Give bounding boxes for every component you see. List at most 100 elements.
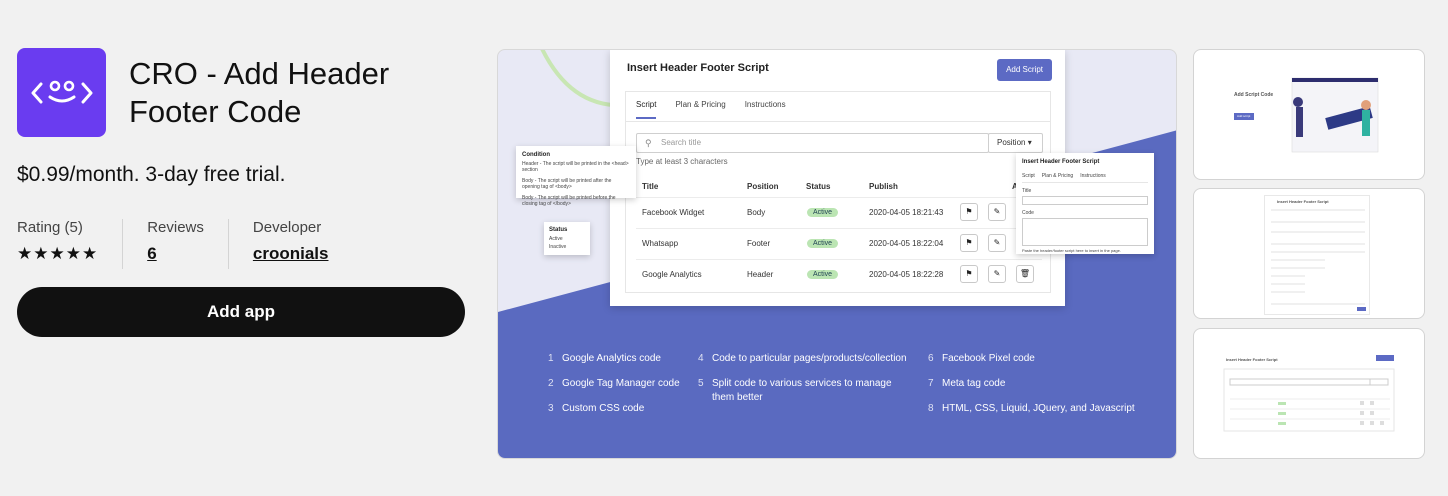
row-divider [636, 228, 1042, 229]
feature-item: 7 Meta tag code [928, 377, 1158, 391]
popup-title-field [1022, 196, 1148, 205]
thumb-heading: Add Script Code [1234, 92, 1274, 98]
feature-text: Facebook Pixel code [942, 353, 1035, 364]
app-title: CRO - Add Header Footer Code [129, 56, 390, 129]
admin-title: Insert Header Footer Script [627, 62, 769, 74]
popup-field-label: Title [1022, 188, 1032, 194]
delete-icon: 🗑 [1016, 265, 1034, 283]
feature-number: 5 [698, 378, 704, 389]
position-select-label: Position [997, 138, 1026, 147]
screenshot-thumbnail[interactable]: Add Script Code Add script [1193, 49, 1425, 180]
edit-icon: ✎ [988, 265, 1006, 283]
thumb-form: Insert Header Footer Script [1264, 195, 1370, 315]
column-publish: Publish [869, 182, 898, 191]
edit-icon: ✎ [988, 234, 1006, 252]
row-divider [636, 259, 1042, 260]
toggle-icon: ⚑ [960, 203, 978, 221]
status-badge: Active [807, 270, 839, 279]
thumb-title: Insert Header Footer Script [1226, 357, 1278, 362]
tab-plan-pricing: Plan & Pricing [675, 100, 726, 109]
feature-text: Code to particular pages/products/collec… [712, 353, 907, 364]
row-publish: 2020-04-05 18:22:04 [869, 239, 944, 248]
feature-text: Custom CSS code [562, 403, 645, 414]
feature-column: 1 Google Analytics code 2 Google Tag Manag… [548, 352, 688, 427]
thumb-table [1223, 355, 1395, 432]
main-screenshot[interactable]: Insert Header Footer Script Add Script S… [497, 49, 1177, 459]
status-badge: Active [807, 239, 839, 248]
status-option: Active [549, 236, 563, 242]
popup-tab: Instructions [1080, 173, 1106, 179]
thumb-form-lines [1271, 209, 1366, 311]
app-icon [17, 48, 106, 137]
feature-number: 2 [548, 378, 554, 389]
screenshot-thumbnail[interactable]: Insert Header Footer Script [1193, 188, 1425, 319]
reviews-count-link[interactable]: 6 [147, 244, 156, 263]
popup-tabs: Script Plan & Pricing Instructions [1022, 173, 1148, 183]
toggle-icon: ⚑ [960, 234, 978, 252]
feature-item: 6 Facebook Pixel code [928, 352, 1158, 366]
feature-item: 3 Custom CSS code [548, 402, 688, 416]
status-option: Inactive [549, 244, 567, 250]
condition-option: Header - The script will be printed in t… [522, 161, 629, 173]
app-stats: Rating (5) ★★★★★ Reviews 6 Developer cro… [17, 219, 376, 269]
row-title: Whatsapp [642, 239, 679, 248]
column-status: Status [806, 182, 831, 191]
row-title: Facebook Widget [642, 208, 705, 217]
screenshot-thumbnail[interactable]: Insert Header Footer Script [1193, 328, 1425, 459]
feature-column: 4 Code to particular pages/products/colle… [698, 352, 908, 416]
popup-title: Insert Header Footer Script [1022, 159, 1100, 165]
position-select: Position ▾ [988, 133, 1043, 153]
developer-stat: Developer croonials [253, 219, 353, 269]
feature-number: 6 [928, 353, 934, 364]
row-title: Google Analytics [642, 270, 702, 279]
popup-code-field [1022, 218, 1148, 246]
search-placeholder: Search title [661, 138, 702, 147]
feature-column: 6 Facebook Pixel code 7 Meta tag code 8 HTM… [928, 352, 1158, 427]
thumbnail-illustration [1234, 77, 1379, 153]
feature-item: 4 Code to particular pages/products/colle… [698, 352, 908, 366]
feature-number: 7 [928, 378, 934, 389]
row-position: Body [747, 208, 766, 217]
tab-instructions: Instructions [744, 100, 786, 109]
feature-item: 8 HTML, CSS, Liquid, JQuery, and Javascri… [928, 402, 1158, 416]
row-publish: 2020-04-05 18:21:43 [869, 208, 944, 217]
feature-item: 2 Google Tag Manager code [548, 377, 688, 391]
row-publish: 2020-04-05 18:22:28 [869, 270, 944, 279]
search-hint: Type at least 3 characters [636, 157, 728, 166]
admin-window: Insert Header Footer Script Add Script S… [610, 50, 1065, 306]
feature-text: HTML, CSS, Liquid, JQuery, and Javascrip… [942, 403, 1135, 414]
row-position: Header [747, 270, 774, 279]
developer-label: Developer [252, 219, 322, 236]
feature-item: 5 Split code to various services to manag… [698, 377, 898, 405]
feature-number: 3 [548, 403, 554, 414]
reviews-stat: Reviews 6 [147, 219, 229, 269]
feature-number: 1 [548, 353, 554, 364]
add-app-button[interactable]: Add app [17, 287, 465, 337]
search-input: ⚲ Search title [636, 133, 989, 153]
tabs-divider [626, 121, 1050, 122]
search-icon: ⚲ [645, 138, 652, 148]
rating-label: Rating (5) [17, 219, 83, 236]
feature-number: 8 [928, 403, 934, 414]
rating-stat: Rating (5) ★★★★★ [17, 219, 124, 269]
developer-link[interactable]: croonials [253, 244, 329, 263]
popup-tab: Script [1022, 173, 1035, 179]
pricing-text: $0.99/month. 3-day free trial. [17, 163, 286, 186]
status-title: Status [549, 227, 568, 233]
condition-card: Condition Header - The script will be pr… [516, 146, 636, 207]
popup-field-label: Code [1022, 210, 1034, 216]
row-position: Footer [747, 239, 771, 248]
column-position: Position [747, 182, 779, 191]
thumb-title: Insert Header Footer Script [1277, 199, 1329, 204]
admin-panel: Script Plan & Pricing Instructions ⚲ Sea… [625, 91, 1051, 293]
condition-title: Condition [522, 152, 550, 158]
feature-item: 1 Google Analytics code [548, 352, 688, 366]
feature-text: Google Tag Manager code [562, 378, 680, 389]
column-title: Title [642, 182, 659, 191]
feature-text: Google Analytics code [562, 353, 661, 364]
admin-tabs: Script Plan & Pricing Instructions [636, 100, 786, 119]
popup-tab: Plan & Pricing [1041, 173, 1074, 179]
condition-option: Body - The script will be printed after … [522, 178, 612, 190]
edit-icon: ✎ [988, 203, 1006, 221]
add-script-button: Add Script [997, 59, 1052, 81]
